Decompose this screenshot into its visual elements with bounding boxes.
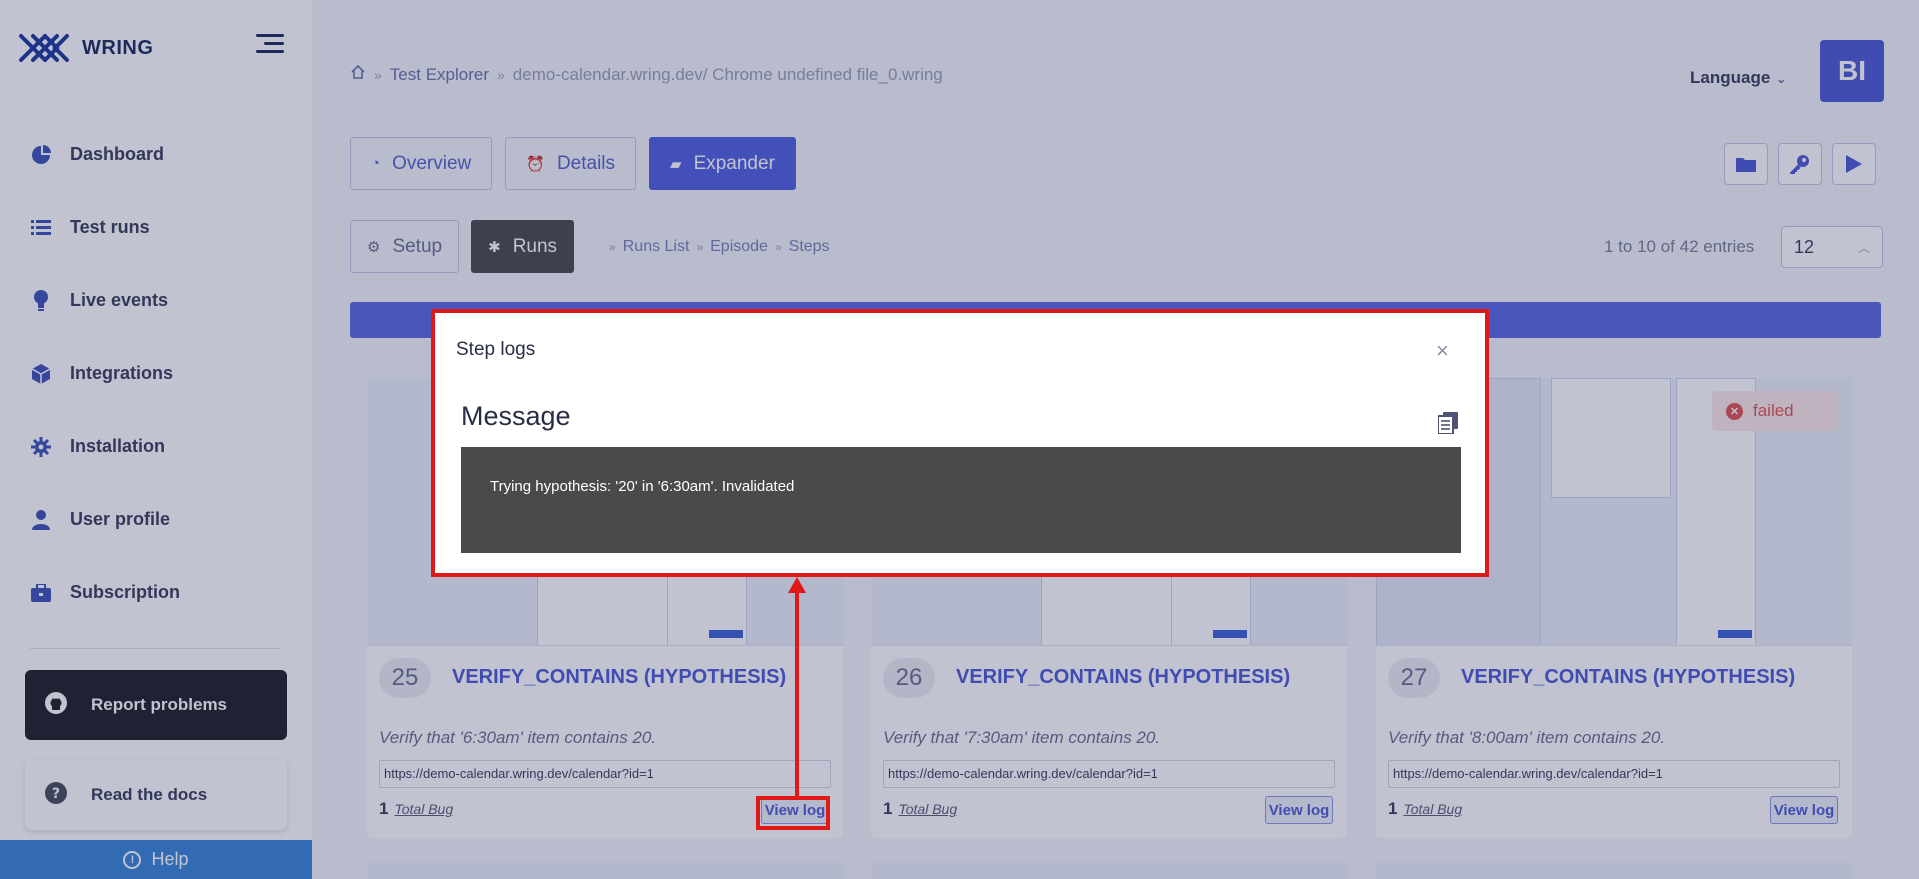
log-message: Trying hypothesis: '20' in '6:30am'. Inv… xyxy=(461,447,1461,553)
modal-title: Step logs xyxy=(456,339,536,360)
message-heading: Message xyxy=(461,401,571,431)
highlight-arrow-head-icon xyxy=(788,577,806,593)
highlight-box xyxy=(756,796,830,830)
copy-icon[interactable] xyxy=(1437,412,1458,435)
step-logs-modal: Step logs × Message Trying hypothesis: '… xyxy=(431,309,1489,577)
highlight-arrow-line xyxy=(795,585,799,796)
close-icon[interactable]: × xyxy=(1436,338,1449,364)
